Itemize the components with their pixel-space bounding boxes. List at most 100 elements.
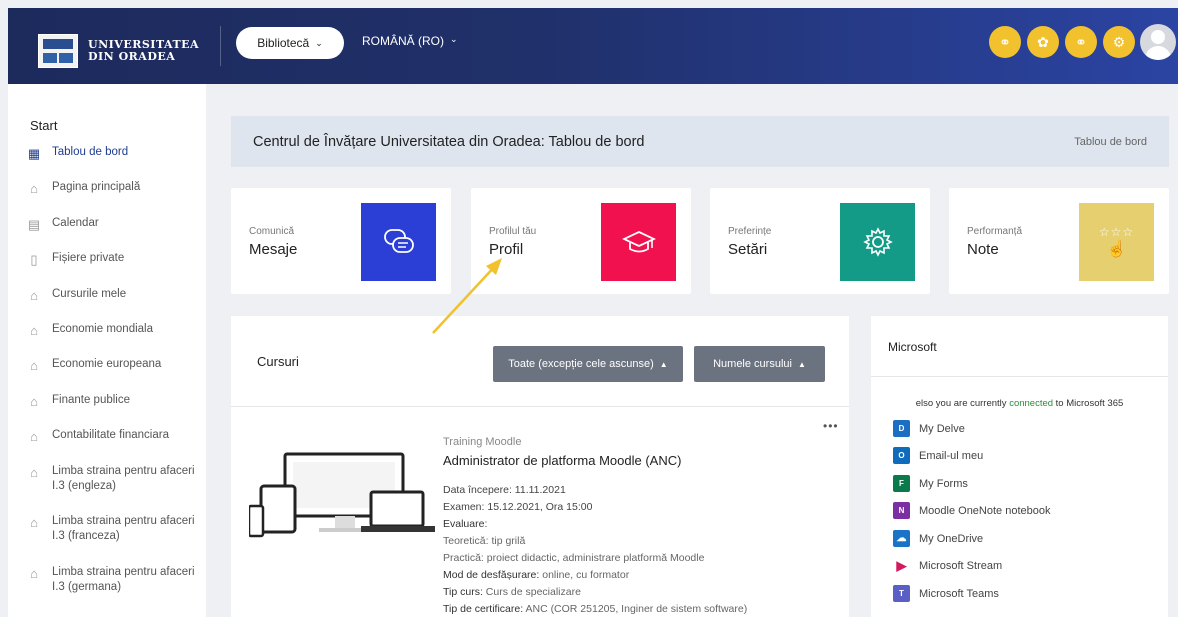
file-icon: ▯ [30,251,38,267]
language-dropdown[interactable]: ROMÂNĂ (RO) ⌄ [362,34,458,48]
sidebar-item-home[interactable]: ⌂ Pagina principală [26,180,204,196]
ms-link-onedrive[interactable]: ☁ My OneDrive [893,530,983,547]
microsoft-panel: Microsoft elso you are currently connect… [871,316,1168,617]
messages-card[interactable]: Comunică Mesaje [231,188,451,294]
sidebar: Start ▦ Tablou de bord ⌂ Pagina principa… [8,84,206,617]
ms-link-label: Moodle OneNote notebook [919,504,1051,517]
grades-card[interactable]: Performanță Note ☆☆☆ ☝ [949,188,1169,294]
chevron-down-icon: ⌄ [315,37,323,48]
course-category: Training Moodle [443,436,522,448]
chevron-down-icon: ⌄ [450,34,458,44]
graduation-cap-icon: ⌂ [30,514,38,530]
graduation-cap-icon [601,203,676,281]
forms-icon: F [893,475,910,492]
graduation-cap-icon: ⌂ [30,393,38,409]
language-label: ROMÂNĂ (RO) [362,34,444,48]
sidebar-item-course[interactable]: ⌂ Limba straina pentru afaceri I.3 (engl… [26,464,204,494]
sidebar-item-label: Contabilitate financiara [52,429,169,441]
filter-dropdown[interactable]: Toate (excepție cele ascunse) ▲ [493,346,683,382]
sidebar-item-label: Limba straina pentru afaceri I.3 (englez… [52,465,195,492]
connection-status: elso you are currently connected to Micr… [915,398,1124,409]
ms-link-email[interactable]: O Email-ul meu [893,447,983,464]
link-icon-button-2[interactable]: ⚭ [1065,26,1097,58]
calendar-icon: ▤ [27,216,41,232]
sidebar-item-my-courses[interactable]: ⌂ Cursurile mele [26,287,204,303]
ms-link-stream[interactable]: ▶ Microsoft Stream [893,557,1003,574]
breadcrumb[interactable]: Tablou de bord [1074,136,1147,148]
sidebar-item-private-files[interactable]: ▯ Fișiere private [26,251,204,267]
course-detail: Examen: 15.12.2021, Ora 15:00 [443,501,593,513]
card-subtitle: Preferințe [728,226,772,237]
sidebar-start-heading: Start [30,118,58,133]
card-title: Note [967,241,999,258]
rating-hand-icon: ☆☆☆ ☝ [1079,203,1154,281]
onedrive-icon: ☁ [893,530,910,547]
profile-card[interactable]: Profilul tău Profil [471,188,691,294]
ms-link-delve[interactable]: D My Delve [893,420,965,437]
ms-link-label: Microsoft Stream [919,559,1003,572]
caret-up-icon: ▲ [797,359,806,369]
graduation-cap-icon: ⌂ [30,357,38,373]
ms-link-label: Email-ul meu [919,449,984,462]
sidebar-item-course[interactable]: ⌂ Contabilitate financiara [26,428,204,444]
header-divider [220,26,221,66]
graduation-cap-icon: ⌂ [30,428,38,444]
filter-label: Toate (excepție cele ascunse) [508,358,654,370]
course-detail: Practică: proiect didactic, administrare… [443,552,705,564]
link-icon-button[interactable]: ⚭ [989,26,1021,58]
course-detail: Tip de certificare: ANC (COR 251205, Ing… [443,603,748,615]
course-detail: Tip curs: Curs de specializare [443,586,581,598]
sidebar-item-label: Pagina principală [52,181,141,193]
sidebar-item-label: Fișiere private [52,252,125,264]
sidebar-item-dashboard[interactable]: ▦ Tablou de bord [26,145,204,161]
graduation-cap-icon: ⌂ [30,464,38,480]
sidebar-item-course[interactable]: ⌂ Economie europeana [26,357,204,373]
microsoft-title: Microsoft [888,340,937,354]
more-options-icon[interactable]: ••• [823,419,839,433]
sidebar-item-label: Calendar [52,217,99,229]
gear-icon-button[interactable]: ⚙ [1103,26,1135,58]
sidebar-item-course[interactable]: ⌂ Economie mondiala [26,322,204,338]
connected-link[interactable]: connected [1009,398,1053,409]
course-detail: Mod de desfășurare: online, cu formator [443,569,630,581]
ms-link-forms[interactable]: F My Forms [893,475,968,492]
outlook-icon: O [893,447,910,464]
card-subtitle: Comunică [249,226,295,237]
course-name[interactable]: Administrator de platforma Moodle (ANC) [443,453,681,468]
course-image[interactable] [249,442,435,538]
library-label: Bibliotecă [257,36,310,50]
caret-up-icon: ▲ [659,359,668,369]
sidebar-item-label: Finante publice [52,394,130,406]
ms-link-label: My Delve [919,422,965,435]
sort-label: Numele cursului [713,358,792,370]
card-subtitle: Performanță [967,226,1023,237]
teams-icon: T [893,585,910,602]
onenote-icon: N [893,502,910,519]
course-detail: Evaluare: [443,518,488,530]
page-header: Centrul de Învățare Universitatea din Or… [231,116,1169,167]
sidebar-item-course[interactable]: ⌂ Limba straina pentru afaceri I.3 (germ… [26,565,204,595]
courses-panel: Cursuri Toate (excepție cele ascunse) ▲ … [231,316,849,617]
page-title: Centrul de Învățare Universitatea din Or… [253,133,645,150]
ms-link-teams[interactable]: T Microsoft Teams [893,585,999,602]
dashboard-icon: ▦ [27,145,41,161]
ms-link-label: Microsoft Teams [919,587,999,600]
ms-link-onenote[interactable]: N Moodle OneNote notebook [893,502,1050,519]
sidebar-item-label: Tablou de bord [52,146,129,158]
microsoft-header: Microsoft [871,316,1168,377]
sidebar-item-course[interactable]: ⌂ Finante publice [26,393,204,409]
sidebar-item-label: Limba straina pentru afaceri I.3 (german… [52,566,195,593]
sidebar-item-label: Economie mondiala [52,323,154,335]
chat-icon [361,203,436,281]
settings-card[interactable]: Preferințe Setări [710,188,930,294]
sidebar-item-course[interactable]: ⌂ Limba straina pentru afaceri I.3 (fran… [26,514,204,544]
user-avatar[interactable] [1140,24,1176,60]
bug-icon-button[interactable]: ✿ [1027,26,1059,58]
stream-icon: ▶ [896,557,907,573]
card-title: Mesaje [249,241,298,258]
sidebar-item-calendar[interactable]: ▤ Calendar [26,216,204,232]
library-dropdown-button[interactable]: Bibliotecă ⌄ [236,27,344,59]
university-logo[interactable]: UNIVERSITATEA DIN ORADEA [38,34,199,68]
ms-link-label: My OneDrive [919,532,984,545]
sort-dropdown[interactable]: Numele cursului ▲ [694,346,825,382]
